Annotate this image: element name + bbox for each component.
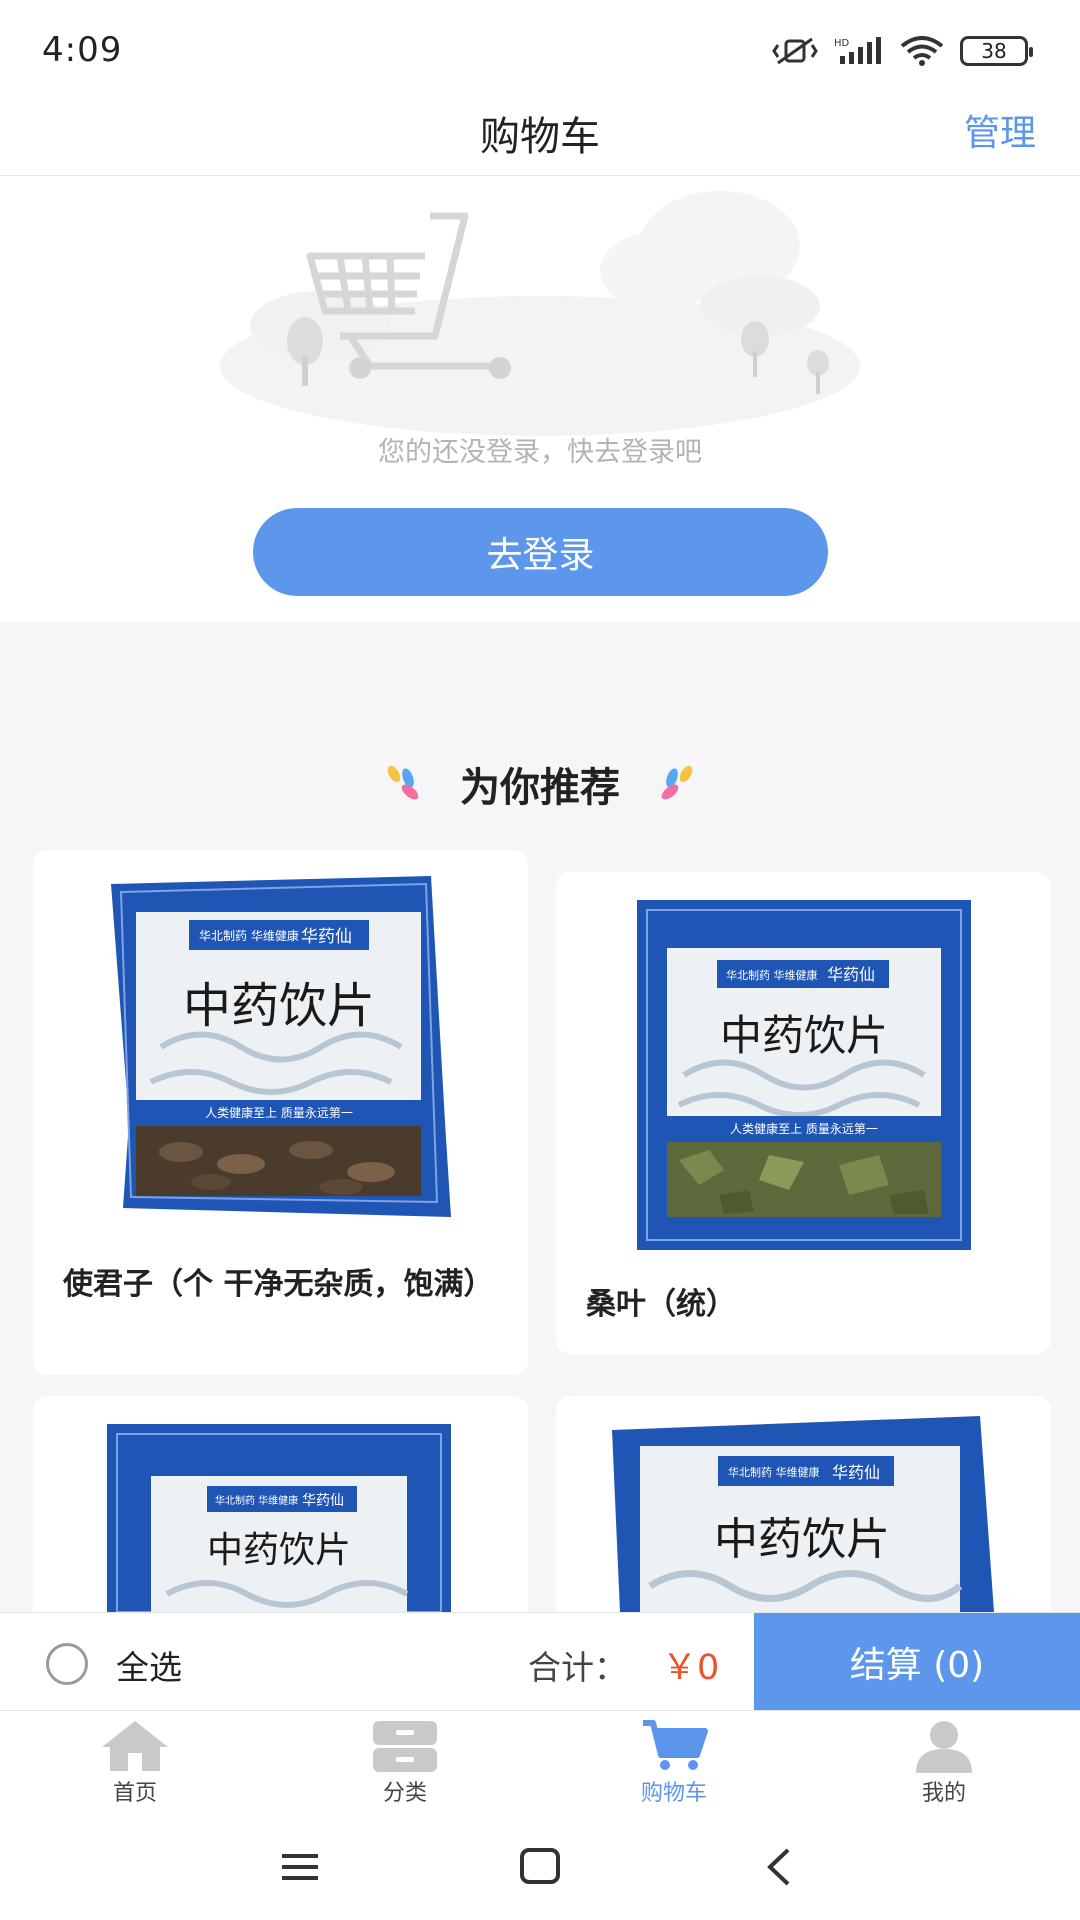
checkout-button[interactable]: 结算 (0)	[754, 1613, 1080, 1711]
product-card[interactable]: 华北制药 华维健康 华药仙 中药饮片 人类健康至上 质量永远第一 桑叶（统）	[556, 872, 1051, 1354]
product-card[interactable]: 华北制药 华维健康 华药仙 中药饮片	[33, 1396, 528, 1612]
system-nav-bar	[0, 1810, 1080, 1920]
sparkle-left-icon	[387, 765, 419, 800]
product-card[interactable]: 华北制药 华维健康 华药仙 中药饮片 人类健康至上 质量永远第一 使君子（个 干…	[33, 850, 528, 1375]
login-prompt-text: 您的还没登录，快去登录吧	[378, 437, 702, 468]
tab-label: 购物车	[640, 1781, 707, 1806]
page-header: 购物车 管理	[0, 90, 1080, 176]
cart-action-bar: 全选 合计： ￥0 结算 (0)	[0, 1612, 1080, 1711]
tab-label: 分类	[382, 1781, 427, 1806]
package-slogan: 人类健康至上 质量永远第一	[205, 1105, 353, 1120]
product-name: 桑叶（统）	[586, 1287, 736, 1322]
select-all-label[interactable]: 全选	[116, 1641, 182, 1689]
package-brand: 华药仙	[302, 1493, 344, 1509]
package-slogan: 人类健康至上 质量永远第一	[730, 1121, 878, 1136]
login-button[interactable]: 去登录	[253, 508, 828, 596]
status-bar: 4:09 HD 38	[0, 0, 1080, 90]
bottom-tab-bar: 首页 分类 购物车 我的	[0, 1710, 1080, 1810]
product-image: 华北制药 华维健康 华药仙 中药饮片	[612, 1416, 994, 1612]
total-price: ￥0	[662, 1648, 720, 1688]
wifi-icon	[900, 36, 944, 66]
recommend-header: 为你推荐	[0, 756, 1080, 812]
package-maker: 华北制药 华维健康	[726, 968, 818, 982]
product-name: 使君子（个 干净无杂质，饱满）	[63, 1267, 494, 1302]
sparkle-right-icon	[661, 765, 693, 800]
cart-screen: 4:09 HD 38 购物车 管理 您的还没登录，快去登录吧 去登录 为你推荐 …	[0, 0, 1080, 1920]
tab-category[interactable]: 分类	[325, 1719, 485, 1809]
empty-cart-section: 您的还没登录，快去登录吧 去登录	[0, 176, 1080, 622]
package-title: 中药饮片	[183, 978, 375, 1034]
status-time: 4:09	[42, 30, 123, 70]
package-title: 中药饮片	[720, 1011, 888, 1060]
select-all-checkbox[interactable]	[46, 1643, 88, 1685]
product-image: 华北制药 华维健康 华药仙 中药饮片 人类健康至上 质量永远第一	[637, 900, 971, 1250]
total-label: 合计：	[528, 1648, 627, 1687]
page-title: 购物车	[480, 114, 600, 160]
package-brand: 华药仙	[827, 965, 875, 984]
package-brand: 华药仙	[301, 927, 352, 947]
package-title: 中药饮片	[714, 1514, 890, 1565]
tab-label: 我的	[921, 1781, 966, 1806]
recommend-title: 为你推荐	[460, 765, 620, 811]
product-image: 华北制药 华维健康 华药仙 中药饮片 人类健康至上 质量永远第一	[111, 876, 451, 1217]
home-button-icon[interactable]	[510, 1842, 570, 1892]
vibrate-mute-icon	[772, 37, 818, 65]
tab-label: 首页	[112, 1781, 157, 1806]
tab-home[interactable]: 首页	[55, 1719, 215, 1809]
package-brand: 华药仙	[832, 1463, 880, 1482]
back-icon[interactable]	[750, 1842, 810, 1892]
manage-button[interactable]: 管理	[964, 104, 1036, 156]
tab-cart[interactable]: 购物车	[594, 1719, 754, 1809]
category-icon	[373, 1721, 437, 1772]
home-icon	[102, 1721, 168, 1771]
package-maker: 华北制药 华维健康	[199, 928, 299, 943]
product-card[interactable]: 华北制药 华维健康 华药仙 中药饮片	[556, 1396, 1051, 1612]
battery-icon: 38	[960, 36, 1033, 66]
signal-icon: HD	[834, 37, 881, 64]
empty-cart-illustration	[220, 191, 860, 436]
profile-icon	[916, 1721, 972, 1773]
svg-text:HD: HD	[834, 38, 850, 49]
package-maker: 华北制药 华维健康	[728, 1465, 820, 1479]
cart-icon	[643, 1720, 708, 1770]
tab-profile[interactable]: 我的	[864, 1719, 1024, 1809]
menu-icon[interactable]	[270, 1842, 330, 1892]
product-image: 华北制药 华维健康 华药仙 中药饮片	[107, 1424, 451, 1612]
status-icons: HD 38	[772, 34, 1033, 68]
package-title: 中药饮片	[207, 1530, 351, 1571]
package-maker: 华北制药 华维健康	[215, 1494, 298, 1507]
